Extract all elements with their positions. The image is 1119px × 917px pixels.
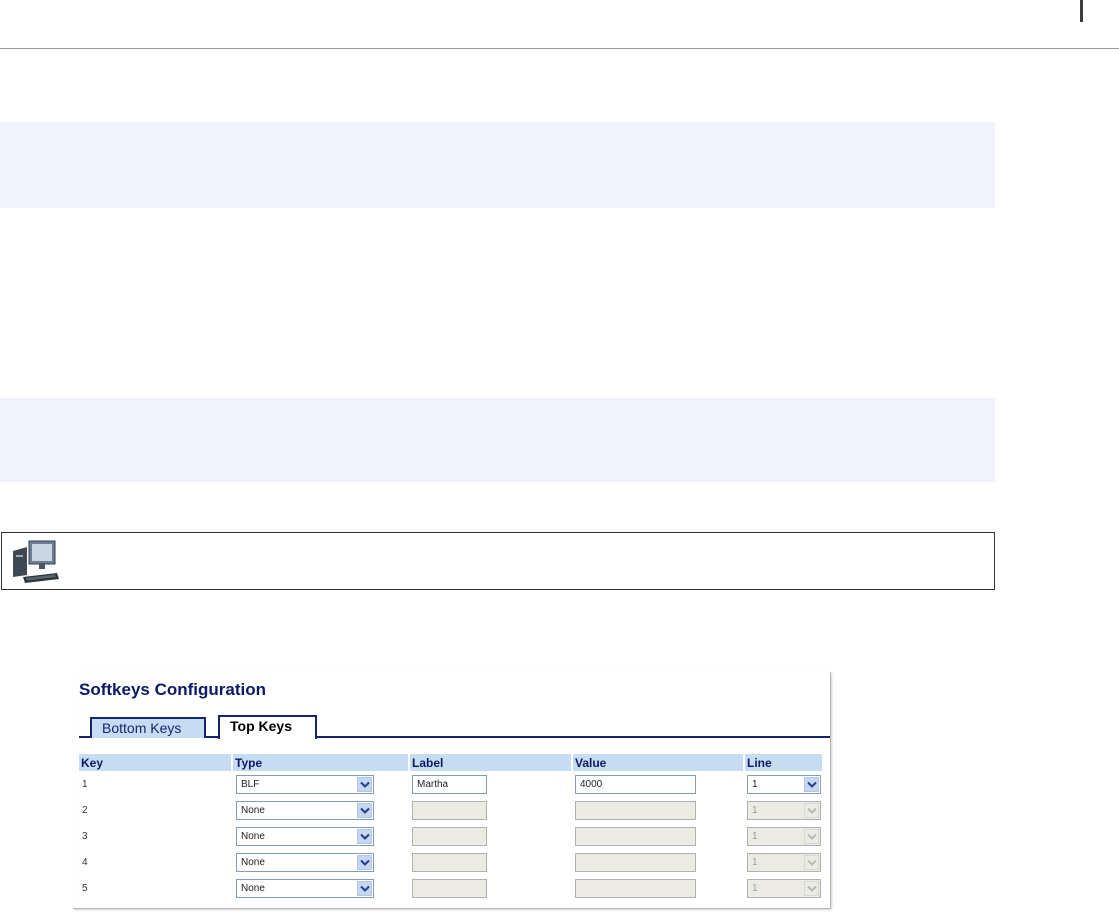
value-input [575, 826, 696, 846]
chevron-down-icon [804, 776, 819, 792]
key-number: 1 [82, 778, 88, 790]
line-select: 1 [747, 878, 821, 898]
panel-title: Softkeys Configuration [79, 680, 267, 699]
table-row: 4 None 1 [79, 849, 822, 875]
type-select-value: None [241, 882, 265, 894]
label-input[interactable]: Martha [412, 774, 487, 794]
table-row: 5 None 1 [79, 875, 822, 901]
table-row: 1 BLF Martha 4000 1 [79, 771, 822, 797]
type-select-value: None [241, 830, 265, 842]
chevron-down-icon[interactable] [357, 776, 372, 792]
tab-bottom-keys[interactable]: Bottom Keys [90, 717, 206, 738]
value-input [575, 878, 696, 898]
type-select-value: BLF [241, 778, 260, 790]
chevron-down-icon [804, 802, 819, 818]
value-input[interactable]: 4000 [575, 774, 696, 794]
line-select-value: 1 [752, 856, 758, 868]
column-header-type: Type [233, 754, 410, 771]
key-number: 3 [82, 830, 88, 842]
table-row: 3 None 1 [79, 823, 822, 849]
tab-top-keys[interactable]: Top Keys [218, 715, 317, 741]
label-input [412, 826, 487, 846]
softkeys-table: Key Type Label Value Line 1 BLF Martha 4000… [79, 754, 822, 901]
page-edge-marker [1080, 0, 1083, 22]
web-ui-note-box [1, 532, 995, 590]
computer-monitor-icon [13, 540, 59, 583]
header-divider [0, 48, 1119, 49]
chevron-down-icon [804, 828, 819, 844]
type-select[interactable]: None [236, 800, 374, 820]
type-select-value: None [241, 804, 265, 816]
value-input [575, 800, 696, 820]
label-input [412, 800, 487, 820]
chevron-down-icon[interactable] [357, 880, 372, 896]
key-number: 5 [82, 882, 88, 894]
column-header-key: Key [79, 754, 233, 771]
key-number: 4 [82, 856, 88, 868]
table-header-row: Key Type Label Value Line [79, 754, 822, 771]
chevron-down-icon[interactable] [357, 828, 372, 844]
type-select[interactable]: None [236, 878, 374, 898]
line-select-value: 1 [752, 804, 758, 816]
chevron-down-icon[interactable] [357, 802, 372, 818]
line-select: 1 [747, 852, 821, 872]
shaded-band-2 [0, 398, 995, 482]
type-select[interactable]: None [236, 852, 374, 872]
key-number: 2 [82, 804, 88, 816]
type-select[interactable]: None [236, 826, 374, 846]
label-input [412, 878, 487, 898]
line-select-value: 1 [752, 882, 758, 894]
value-input [575, 852, 696, 872]
column-header-label: Label [410, 754, 573, 771]
chevron-down-icon[interactable] [357, 854, 372, 870]
type-select[interactable]: BLF [236, 774, 374, 794]
column-header-value: Value [573, 754, 745, 771]
line-select-value: 1 [752, 778, 758, 790]
type-select-value: None [241, 856, 265, 868]
line-select: 1 [747, 826, 821, 846]
chevron-down-icon [804, 880, 819, 896]
line-select: 1 [747, 800, 821, 820]
softkeys-configuration-panel: Softkeys Configuration Bottom Keys Top K… [73, 672, 831, 909]
shaded-band-1 [0, 122, 995, 208]
chevron-down-icon [804, 854, 819, 870]
column-header-line: Line [745, 754, 822, 771]
label-input [412, 852, 487, 872]
line-select[interactable]: 1 [747, 774, 821, 794]
line-select-value: 1 [752, 830, 758, 842]
table-row: 2 None 1 [79, 797, 822, 823]
